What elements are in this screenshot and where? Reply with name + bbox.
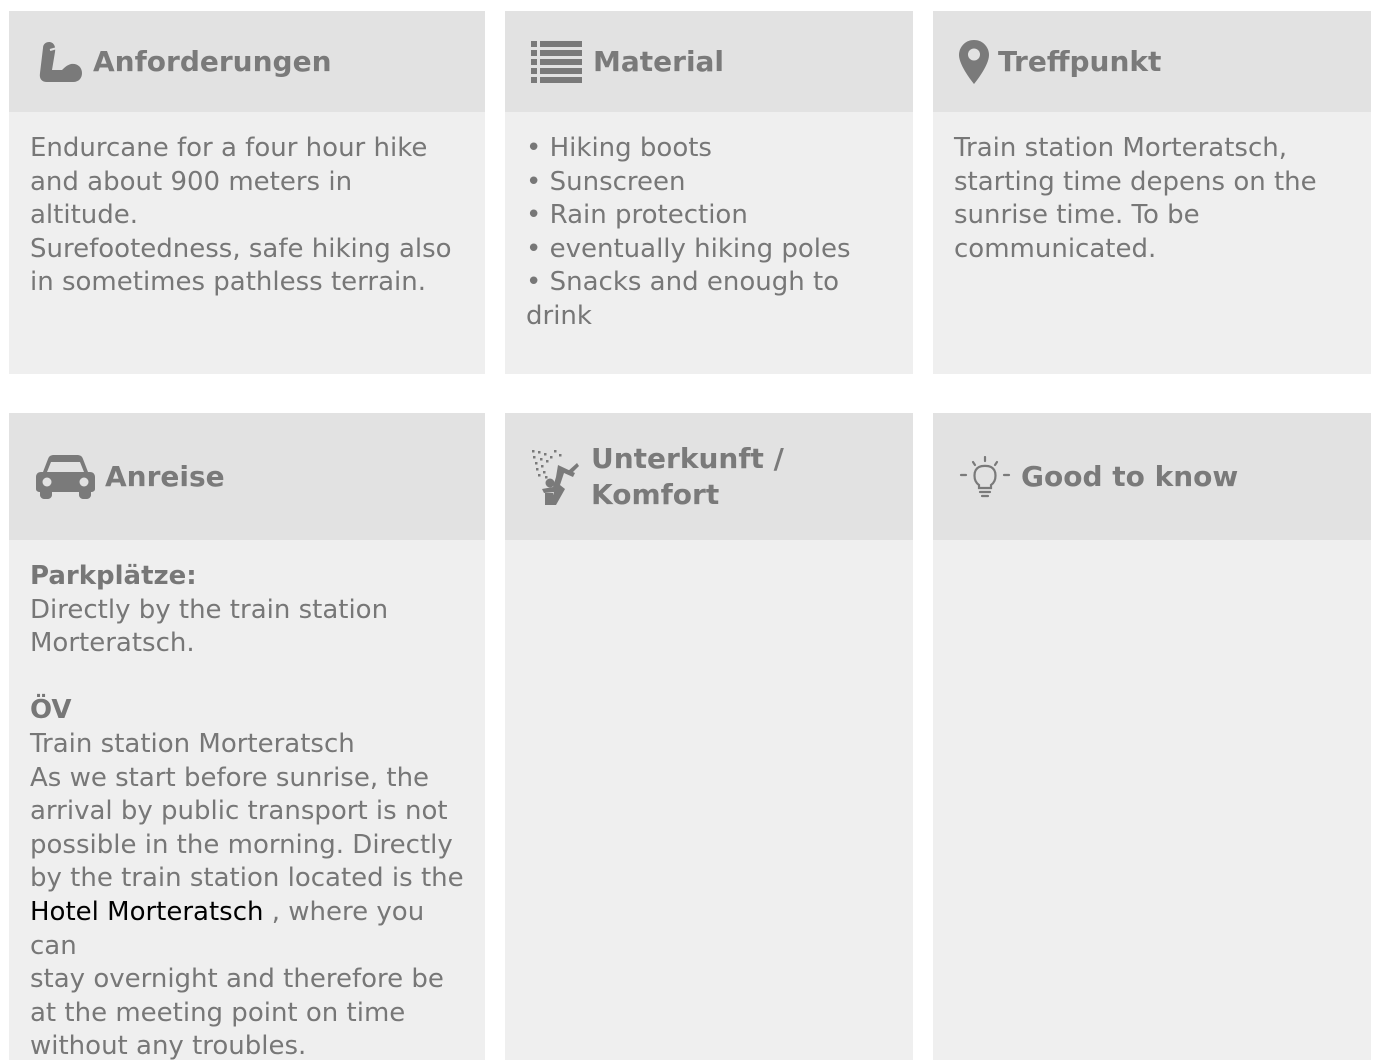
transport-line: without any troubles. <box>30 1031 307 1062</box>
card-body: Endurcane for a four hour hike and about… <box>9 112 485 374</box>
map-pin-icon <box>959 39 989 84</box>
card-body: Hiking boots Sunscreen Rain protection e… <box>505 112 913 374</box>
requirements-line: Endurcane for a four hour hike <box>30 133 428 163</box>
requirements-line: and about 900 meters in altitude. <box>30 166 353 231</box>
meeting-point-line: Train station Morteratsch, <box>954 133 1288 163</box>
card-body: Train station Morteratsch, starting time… <box>933 112 1371 374</box>
card-body <box>933 540 1371 1060</box>
card-title: Unterkunft / Komfort <box>591 441 784 513</box>
card-title-line: Komfort <box>591 477 720 511</box>
card-title: Good to know <box>1021 459 1239 493</box>
card-anforderungen: Anforderungen Endurcane for a four hour … <box>9 11 485 374</box>
card-title: Anforderungen <box>93 44 332 78</box>
card-title-line: Unterkunft / <box>591 441 784 475</box>
card-good-to-know: Good to know <box>933 413 1371 1060</box>
list-icon <box>531 40 582 83</box>
requirements-line: in sometimes pathless terrain. <box>30 267 426 298</box>
meeting-point-line: communicated. <box>954 233 1157 264</box>
list-item: eventually hiking poles <box>526 233 893 267</box>
transport-line: arrival by public transport is not <box>30 796 448 827</box>
requirements-line: Surefootedness, safe hiking also <box>30 233 452 264</box>
flexed-arm-icon <box>37 39 83 85</box>
card-unterkunft: Unterkunft / Komfort <box>505 413 913 1060</box>
card-title: Anreise <box>105 459 225 493</box>
card-anreise: Anreise Parkplätze: Directly by the trai… <box>9 413 485 1061</box>
card-header: Good to know <box>933 413 1371 540</box>
card-header: Treffpunkt <box>933 11 1371 112</box>
card-title: Material <box>593 44 725 78</box>
transport-line: As we start before sunrise, the <box>30 762 430 793</box>
card-header: Material <box>505 11 913 112</box>
card-treffpunkt: Treffpunkt Train station Morteratsch, st… <box>933 11 1371 374</box>
list-item: Hiking boots <box>526 132 893 166</box>
public-transport-title: ÖV <box>30 695 72 726</box>
card-header: Anreise <box>9 413 485 540</box>
transport-line: at the meeting point on time <box>30 997 406 1028</box>
transport-line: possible in the morning. Directly <box>30 829 453 860</box>
transport-line: Train station Morteratsch <box>30 728 355 759</box>
list-item: Snacks and enough to drink <box>526 266 893 333</box>
card-material: Material Hiking boots Sunscreen Rain pro… <box>505 11 913 374</box>
parking-line: Morteratsch. <box>30 628 195 659</box>
transport-line: stay overnight and therefore be <box>30 964 444 995</box>
lightbulb-icon <box>959 455 1011 498</box>
transport-line: by the train station located is the <box>30 863 464 894</box>
card-header: Unterkunft / Komfort <box>505 413 913 540</box>
car-icon <box>36 454 95 499</box>
hotel-link[interactable]: Hotel Morteratsch <box>30 897 264 927</box>
material-list: Hiking boots Sunscreen Rain protection e… <box>526 132 893 334</box>
parking-line: Directly by the train station <box>30 594 389 625</box>
card-title: Treffpunkt <box>998 44 1162 78</box>
list-item: Sunscreen <box>526 166 893 200</box>
card-body: Parkplätze: Directly by the train statio… <box>9 540 485 1061</box>
transport-line: Hotel Morteratsch , where you can <box>30 896 465 963</box>
card-header: Anforderungen <box>9 11 485 112</box>
card-body <box>505 540 913 1060</box>
meeting-point-line: starting time depens on the <box>954 166 1317 197</box>
shower-icon <box>531 449 581 505</box>
meeting-point-line: sunrise time. To be <box>954 200 1200 231</box>
list-item: Rain protection <box>526 199 893 233</box>
parking-title: Parkplätze: <box>30 561 197 591</box>
